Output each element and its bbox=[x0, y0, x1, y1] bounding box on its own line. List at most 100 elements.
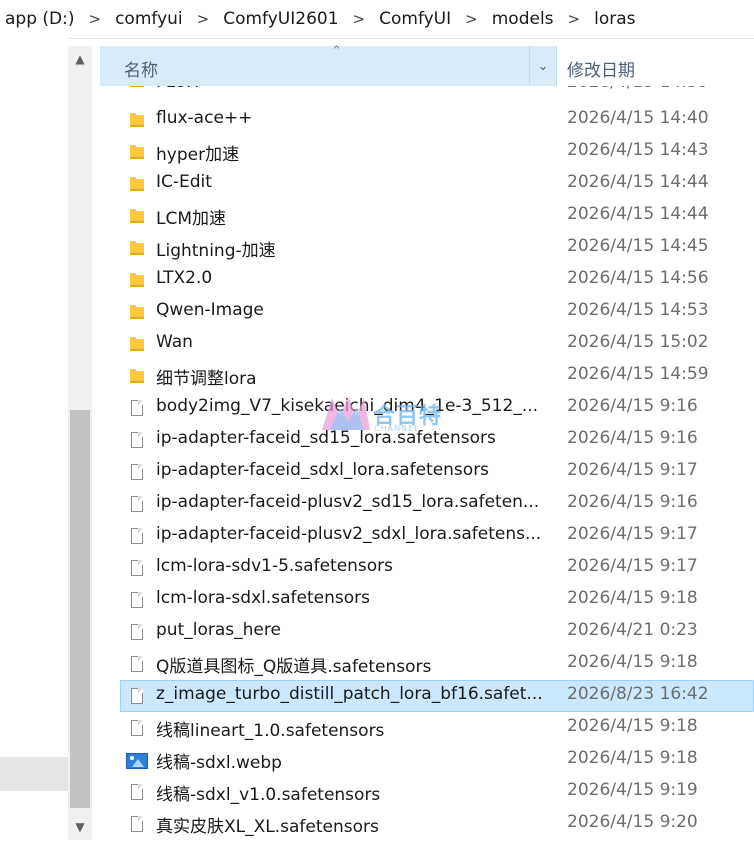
file-row[interactable]: ip-adapter-faceid_sd15_lora.safetensors 2… bbox=[100, 424, 754, 456]
folder-icon bbox=[129, 176, 145, 192]
file-modified-date: 2026/4/15 14:59 bbox=[567, 364, 709, 384]
column-header-bar: ⌃ 名称 ⌄ 修改日期 bbox=[100, 44, 754, 86]
sort-ascending-icon: ⌃ bbox=[331, 44, 342, 59]
file-row[interactable]: 线稿-sdxl_v1.0.safetensors 2026/4/15 9:19 bbox=[100, 776, 754, 808]
file-name: lcm-lora-sdv1-5.safetensors bbox=[156, 556, 394, 576]
file-name: lcm-lora-sdxl.safetensors bbox=[156, 588, 370, 608]
file-list: FLUX 2026/4/15 14:39 flux-ace++ 2026/4/15 1… bbox=[100, 86, 754, 840]
file-name: Lightning-加速 bbox=[156, 241, 276, 261]
column-header-name-label: 名称 bbox=[124, 61, 158, 81]
file-icon bbox=[129, 592, 145, 608]
vertical-scrollbar[interactable]: ▲ ▼ bbox=[68, 46, 92, 840]
file-icon bbox=[129, 432, 145, 448]
folder-row[interactable]: LCM加速 2026/4/15 14:44 bbox=[100, 200, 754, 232]
file-icon bbox=[129, 528, 145, 544]
folder-row[interactable]: 细节调整lora 2026/4/15 14:59 bbox=[100, 360, 754, 392]
file-icon bbox=[129, 624, 145, 640]
breadcrumb-models[interactable]: models bbox=[488, 9, 558, 29]
file-name: 线稿-sdxl.webp bbox=[156, 753, 282, 773]
file-row[interactable]: 线稿lineart_1.0.safetensors 2026/4/15 9:18 bbox=[100, 712, 754, 744]
file-modified-date: 2026/4/15 9:17 bbox=[567, 556, 698, 576]
folder-row[interactable]: Qwen-Image 2026/4/15 14:53 bbox=[100, 296, 754, 328]
file-row[interactable]: Q版道具图标_Q版道具.safetensors 2026/4/15 9:18 bbox=[100, 648, 754, 680]
file-row[interactable]: 真实皮肤XL_XL.safetensors 2026/4/15 9:20 bbox=[100, 808, 754, 840]
navigation-selected-item[interactable] bbox=[0, 757, 68, 791]
file-name: 线稿-sdxl_v1.0.safetensors bbox=[156, 785, 381, 805]
file-modified-date: 2026/4/21 0:23 bbox=[567, 620, 698, 640]
breadcrumb-loras[interactable]: loras bbox=[590, 9, 639, 29]
file-row[interactable]: ip-adapter-faceid_sdxl_lora.safetensors 2… bbox=[100, 456, 754, 488]
file-modified-date: 2026/4/15 14:43 bbox=[567, 140, 709, 160]
file-modified-date: 2026/4/15 9:19 bbox=[567, 780, 698, 800]
file-modified-date: 2026/4/15 14:44 bbox=[567, 172, 709, 192]
file-name: 真实皮肤XL_XL.safetensors bbox=[156, 817, 379, 837]
file-name: IC-Edit bbox=[156, 172, 212, 192]
folder-row[interactable]: IC-Edit 2026/4/15 14:44 bbox=[100, 168, 754, 200]
folder-row[interactable]: FLUX 2026/4/15 14:39 bbox=[100, 86, 754, 104]
scrollbar-thumb[interactable] bbox=[70, 410, 90, 808]
file-modified-date: 2026/4/15 9:18 bbox=[567, 716, 698, 736]
file-row[interactable]: put_loras_here 2026/4/21 0:23 bbox=[100, 616, 754, 648]
file-modified-date: 2026/4/15 9:20 bbox=[567, 812, 698, 832]
file-icon bbox=[129, 496, 145, 512]
file-name: body2img_V7_kisekaeichi_dim4_1e-3_512_..… bbox=[156, 396, 539, 416]
file-name: flux-ace++ bbox=[156, 108, 253, 128]
column-header-name[interactable]: ⌃ 名称 ⌄ bbox=[100, 44, 557, 86]
breadcrumb-comfyui2601[interactable]: ComfyUI2601 bbox=[219, 9, 342, 29]
file-row[interactable]: z_image_turbo_distill_patch_lora_bf16.sa… bbox=[100, 680, 754, 712]
breadcrumb-separator-icon[interactable]: > bbox=[455, 10, 488, 28]
breadcrumb-separator-icon[interactable]: > bbox=[343, 10, 376, 28]
file-row[interactable]: ip-adapter-faceid-plusv2_sd15_lora.safet… bbox=[100, 488, 754, 520]
file-modified-date: 2026/4/15 9:18 bbox=[567, 748, 698, 768]
folder-row[interactable]: flux-ace++ 2026/4/15 14:40 bbox=[100, 104, 754, 136]
breadcrumb-separator-icon[interactable]: > bbox=[558, 10, 591, 28]
file-row[interactable]: 线稿-sdxl.webp 2026/4/15 9:18 bbox=[100, 744, 754, 776]
file-row[interactable]: body2img_V7_kisekaeichi_dim4_1e-3_512_..… bbox=[100, 392, 754, 424]
folder-icon bbox=[129, 304, 145, 320]
file-modified-date: 2026/4/15 14:56 bbox=[567, 268, 709, 288]
file-row[interactable]: lcm-lora-sdv1-5.safetensors 2026/4/15 9:1… bbox=[100, 552, 754, 584]
file-modified-date: 2026/4/15 14:53 bbox=[567, 300, 709, 320]
file-icon bbox=[129, 784, 145, 800]
file-icon bbox=[129, 816, 145, 832]
folder-row[interactable]: Wan 2026/4/15 15:02 bbox=[100, 328, 754, 360]
file-modified-date: 2026/4/15 9:18 bbox=[567, 652, 698, 672]
file-name: ip-adapter-faceid_sdxl_lora.safetensors bbox=[156, 460, 490, 480]
address-bar[interactable]: app (D:) > comfyui > ComfyUI2601 > Comfy… bbox=[0, 0, 754, 39]
file-row[interactable]: lcm-lora-sdxl.safetensors 2026/4/15 9:18 bbox=[100, 584, 754, 616]
file-modified-date: 2026/4/15 14:44 bbox=[567, 204, 709, 224]
file-name: Wan bbox=[156, 332, 193, 352]
image-file-icon bbox=[126, 752, 148, 769]
scroll-down-arrow-icon[interactable]: ▼ bbox=[68, 814, 92, 840]
file-name: FLUX bbox=[156, 86, 199, 92]
file-modified-date: 2026/4/15 9:16 bbox=[567, 428, 698, 448]
file-icon bbox=[129, 656, 145, 672]
file-modified-date: 2026/4/15 14:39 bbox=[567, 86, 709, 92]
scroll-up-arrow-icon[interactable]: ▲ bbox=[68, 46, 92, 72]
file-name: ip-adapter-faceid-plusv2_sd15_lora.safet… bbox=[156, 492, 540, 512]
breadcrumb-separator-icon[interactable]: > bbox=[79, 10, 112, 28]
folder-row[interactable]: Lightning-加速 2026/4/15 14:45 bbox=[100, 232, 754, 264]
folder-row[interactable]: LTX2.0 2026/4/15 14:56 bbox=[100, 264, 754, 296]
file-name: LCM加速 bbox=[156, 209, 227, 229]
file-icon bbox=[129, 720, 145, 736]
file-name: Q版道具图标_Q版道具.safetensors bbox=[156, 657, 432, 677]
folder-row[interactable]: hyper加速 2026/4/15 14:43 bbox=[100, 136, 754, 168]
breadcrumb-comfyui[interactable]: comfyui bbox=[111, 9, 187, 29]
file-modified-date: 2026/4/15 9:18 bbox=[567, 588, 698, 608]
file-modified-date: 2026/4/15 15:02 bbox=[567, 332, 709, 352]
file-icon bbox=[129, 400, 145, 416]
chevron-down-icon[interactable]: ⌄ bbox=[529, 46, 556, 86]
file-modified-date: 2026/4/15 14:40 bbox=[567, 108, 709, 128]
file-name: LTX2.0 bbox=[156, 268, 213, 288]
navigation-pane[interactable] bbox=[0, 38, 68, 844]
folder-icon bbox=[129, 240, 145, 256]
file-row[interactable]: ip-adapter-faceid-plusv2_sdxl_lora.safet… bbox=[100, 520, 754, 552]
breadcrumb-comfyui-root[interactable]: ComfyUI bbox=[375, 9, 455, 29]
breadcrumb-drive[interactable]: app (D:) bbox=[0, 9, 79, 29]
breadcrumb-separator-icon[interactable]: > bbox=[187, 10, 220, 28]
column-header-date[interactable]: 修改日期 bbox=[567, 56, 635, 81]
file-icon bbox=[129, 464, 145, 480]
folder-icon bbox=[129, 86, 145, 88]
file-name: 线稿lineart_1.0.safetensors bbox=[156, 721, 385, 741]
